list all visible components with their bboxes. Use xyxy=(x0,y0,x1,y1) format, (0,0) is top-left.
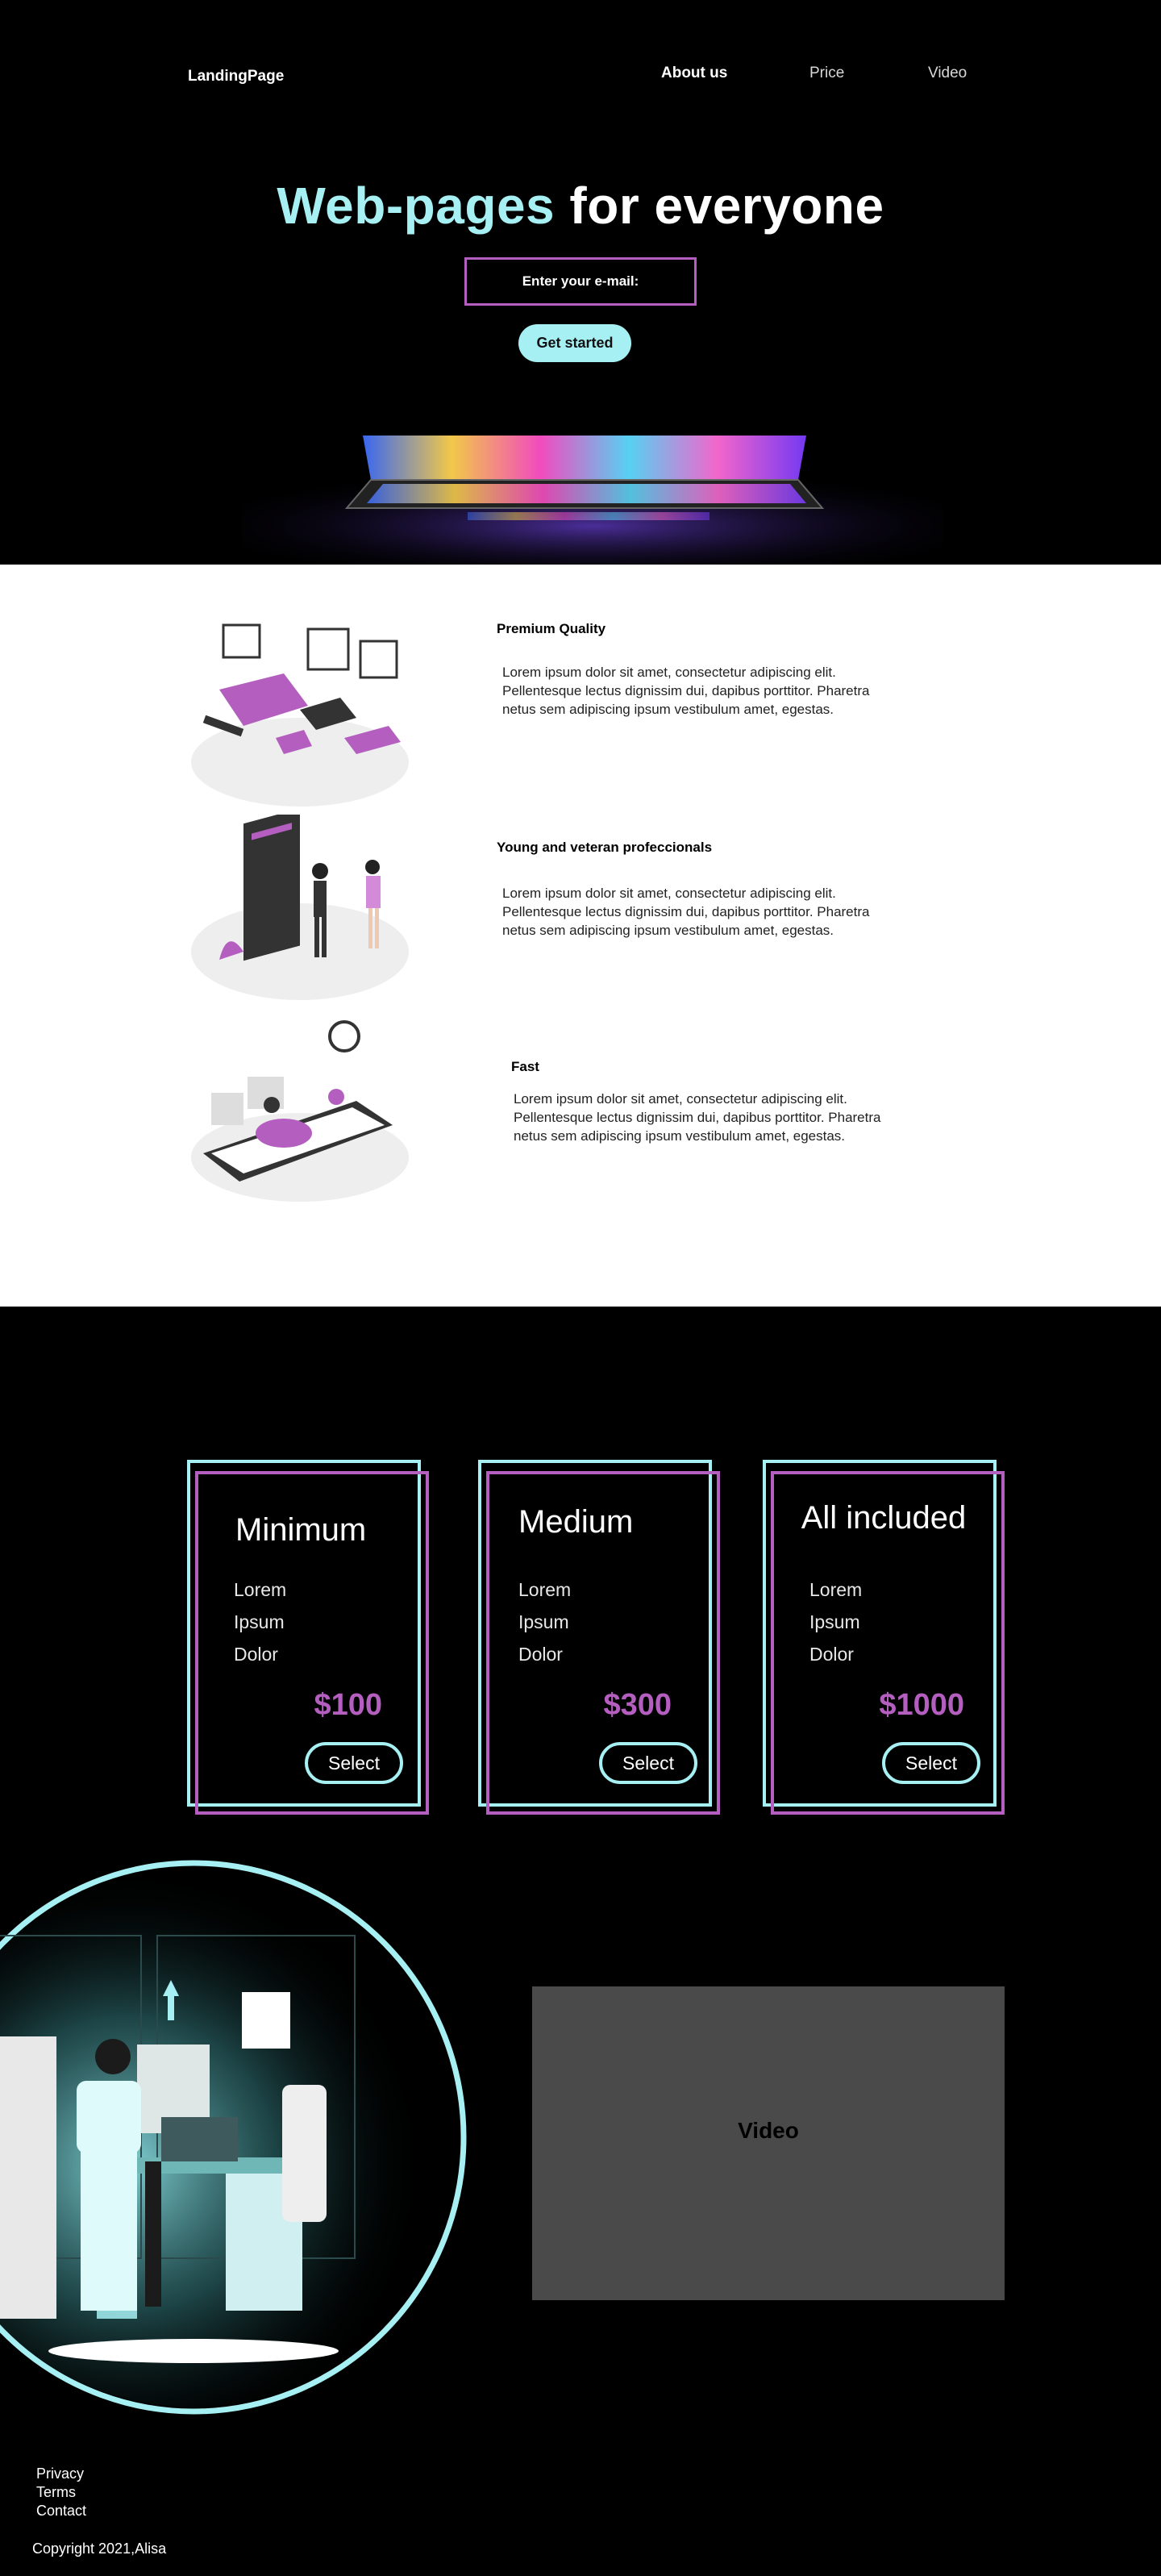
feature-title-premium-quality: Premium Quality xyxy=(497,621,606,636)
hero-section: LandingPage About us Price Video Web-pag… xyxy=(0,0,1161,565)
site-logo[interactable]: LandingPage xyxy=(188,68,284,85)
select-medium-button[interactable]: Select xyxy=(599,1742,697,1784)
footer-link-privacy[interactable]: Privacy xyxy=(36,2466,84,2482)
workspace-illustration xyxy=(0,1860,467,2415)
footer-link-terms[interactable]: Terms xyxy=(36,2484,76,2501)
plan-feature: Ipsum xyxy=(809,1611,860,1632)
delivery-scooter-illustration xyxy=(191,1020,409,1202)
nav-link-video[interactable]: Video xyxy=(928,65,967,82)
nav-link-price[interactable]: Price xyxy=(809,65,844,82)
hero-title-rest: for everyone xyxy=(569,177,884,235)
feature-title-fast: Fast xyxy=(511,1059,539,1074)
devices-illustration xyxy=(191,623,409,807)
pricing-card-medium: Medium Lorem Ipsum Dolor $300 Select xyxy=(478,1460,720,1815)
plan-name: Minimum xyxy=(235,1512,367,1548)
feature-title-professionals: Young and veteran profeccionals xyxy=(497,840,713,855)
select-minimum-button[interactable]: Select xyxy=(305,1742,403,1784)
plan-name: Medium xyxy=(518,1504,634,1540)
copyright-text: Copyright 2021,Alisa xyxy=(32,2541,167,2557)
feature-text-professionals: Lorem ipsum dolor sit amet, consectetur … xyxy=(502,886,870,938)
nav-link-about-us[interactable]: About us xyxy=(661,65,727,82)
hero-title-accent: Web-pages xyxy=(277,177,556,235)
plan-feature: Dolor xyxy=(809,1644,854,1665)
plan-feature: Ipsum xyxy=(518,1611,569,1632)
glowing-laptop-image xyxy=(242,436,943,565)
plan-price: $100 xyxy=(314,1688,382,1722)
plan-feature: Dolor xyxy=(234,1644,278,1665)
pricing-card-minimum: Minimum Lorem Ipsum Dolor $100 Select xyxy=(187,1460,429,1815)
select-all-included-button[interactable]: Select xyxy=(882,1742,980,1784)
footer-link-contact[interactable]: Contact xyxy=(36,2503,86,2520)
pricing-card-all-included: All included Lorem Ipsum Dolor $1000 Sel… xyxy=(763,1460,1005,1815)
plan-feature: Dolor xyxy=(518,1644,563,1665)
get-started-button[interactable]: Get started xyxy=(518,324,631,362)
plan-price: $300 xyxy=(603,1688,672,1722)
plan-feature: Lorem xyxy=(518,1579,572,1600)
handshake-illustration xyxy=(191,815,409,1000)
feature-text-premium-quality: Lorem ipsum dolor sit amet, consectetur … xyxy=(502,665,870,717)
features-section: Premium Quality Lorem ipsum dolor sit am… xyxy=(0,565,1161,1307)
plan-price: $1000 xyxy=(879,1688,964,1722)
email-input[interactable]: Enter your e-mail: xyxy=(464,257,697,306)
feature-text-fast: Lorem ipsum dolor sit amet, consectetur … xyxy=(514,1091,881,1144)
hero-title: Web-pages for everyone xyxy=(0,176,1161,236)
video-label: Video xyxy=(738,2118,799,2143)
plan-feature: Lorem xyxy=(809,1579,863,1600)
plan-feature: Lorem xyxy=(234,1579,287,1600)
plan-name: All included xyxy=(801,1500,967,1536)
plan-feature: Ipsum xyxy=(234,1611,285,1632)
